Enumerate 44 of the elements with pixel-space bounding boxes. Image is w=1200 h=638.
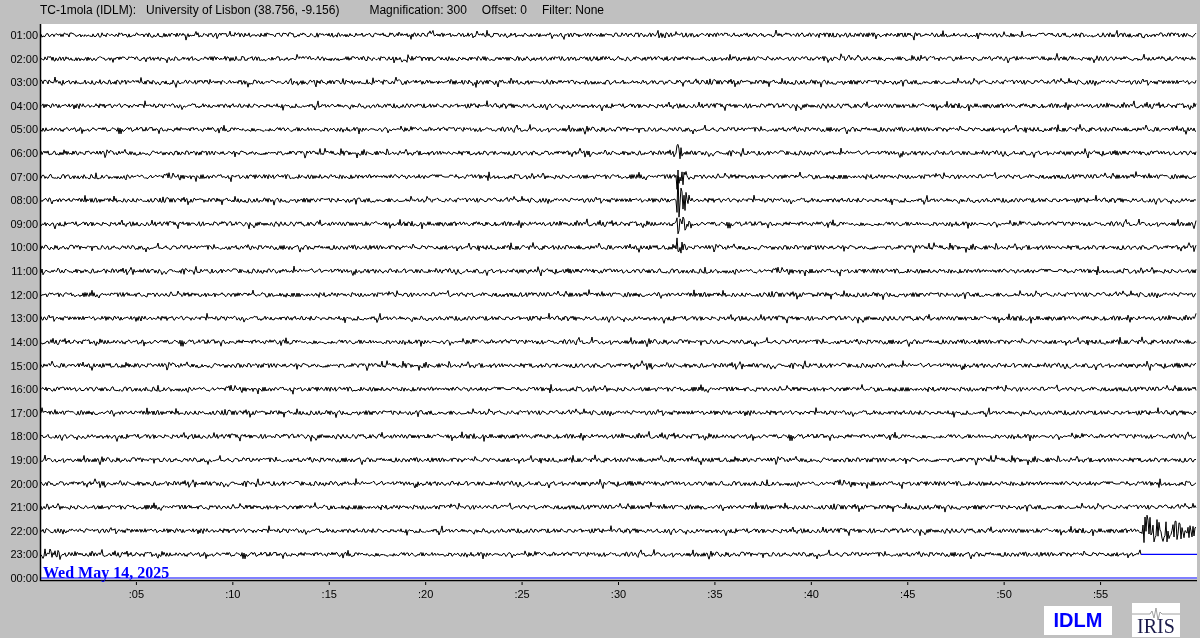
minute-tick-label: :55: [1092, 588, 1109, 600]
hour-label: 19:00: [10, 453, 38, 466]
hour-label: 18:00: [10, 430, 38, 443]
hour-label: 23:00: [10, 548, 38, 561]
location-label: University of Lisbon (38.756, -9.156): [146, 3, 340, 17]
minute-tick-label: :35: [707, 588, 723, 600]
hour-label: 21:00: [10, 501, 38, 514]
hour-label: 14:00: [10, 335, 38, 348]
filter-label: Filter: None: [542, 3, 605, 17]
hour-label: 10:00: [10, 241, 38, 254]
hour-label: 03:00: [10, 76, 38, 89]
hour-label: 08:00: [10, 194, 38, 207]
hour-label: 05:00: [10, 123, 38, 136]
hour-label: 12:00: [10, 288, 38, 301]
minute-tick-label: :40: [803, 588, 819, 600]
minute-tick-label: :10: [225, 588, 241, 600]
hour-label: 11:00: [11, 265, 38, 278]
hour-label: 09:00: [10, 217, 38, 230]
minute-tick-label: :30: [610, 588, 627, 600]
hour-label: 17:00: [10, 406, 38, 419]
hour-label: 13:00: [10, 312, 38, 325]
hour-label: 06:00: [10, 147, 38, 160]
hour-label: 07:00: [10, 170, 38, 183]
hour-label: 04:00: [10, 99, 38, 112]
hour-label: 22:00: [10, 524, 38, 537]
minute-tick-label: :05: [128, 588, 145, 600]
offset-label: Offset: 0: [481, 3, 527, 17]
date-label: Wed May 14, 2025: [43, 564, 170, 581]
minute-tick-label: :15: [321, 588, 337, 600]
hour-label: 00:00: [10, 572, 38, 584]
iris-logo: IRIS: [1132, 603, 1180, 637]
hour-label: 02:00: [10, 52, 38, 65]
minute-tick-label: :25: [514, 588, 530, 600]
idlm-logo: IDLM: [1044, 605, 1112, 635]
minute-tick-label: :45: [900, 588, 916, 600]
hour-label: 16:00: [10, 383, 38, 396]
hour-label: 01:00: [10, 29, 38, 41]
magnification-label: Magnification: 300: [369, 3, 467, 17]
minute-tick-label: :20: [418, 588, 434, 600]
station-label: TC-1mola (IDLM):: [40, 3, 136, 17]
hour-label: 20:00: [10, 477, 38, 490]
minute-tick-label: :50: [996, 588, 1012, 600]
pending-line: [1140, 553, 1198, 555]
hour-label: 15:00: [10, 359, 38, 372]
